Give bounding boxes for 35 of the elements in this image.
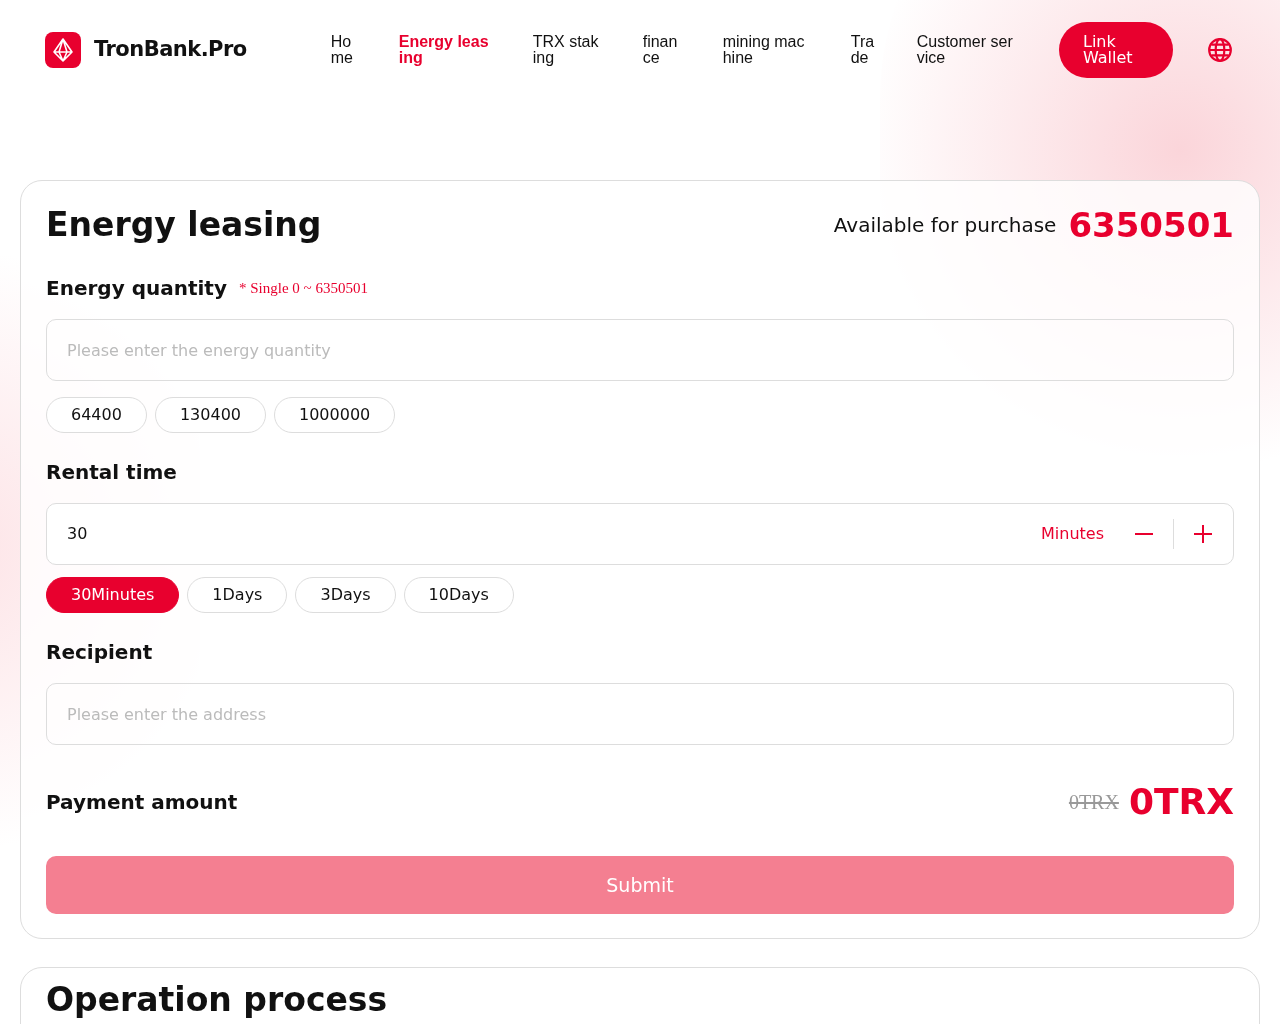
duration-preset[interactable]: 3Days <box>295 577 396 613</box>
duration-preset[interactable]: 10Days <box>403 577 514 613</box>
nav-link[interactable]: mining machine <box>722 34 809 66</box>
field-label: Payment amount <box>46 789 238 816</box>
quantity-hint: * Single 0 ~ 6350501 <box>238 278 368 298</box>
quantity-preset[interactable]: 1000000 <box>274 397 396 433</box>
payment-amount: 0TRX <box>1128 780 1234 824</box>
original-price: 0TRX <box>1068 790 1119 815</box>
field-label: Rental time <box>46 460 178 484</box>
nav-link[interactable]: Trade <box>850 34 875 66</box>
input-field[interactable]: Please enter the address <box>46 683 1234 745</box>
field-label: Recipient <box>46 640 154 664</box>
nav-link[interactable]: Customer service <box>916 34 1015 66</box>
link-wallet-button[interactable]: Link Wallet <box>1059 22 1173 78</box>
quantity-preset[interactable]: 64400 <box>46 397 147 433</box>
nav-link[interactable]: Energy leasing <box>398 34 491 66</box>
card-title: Operation process <box>46 980 389 1020</box>
field-label: Energy quantity <box>46 276 227 300</box>
brand-name: TronBank.Pro <box>94 36 247 64</box>
duration-preset[interactable]: 1Days <box>187 577 288 613</box>
plus-icon[interactable] <box>1193 524 1213 544</box>
duration-preset[interactable]: 30Minutes <box>46 577 180 613</box>
nav-link[interactable]: TRX staking <box>532 34 601 66</box>
card-title: Energy leasing <box>46 205 322 245</box>
rental-value: 30 <box>67 523 88 545</box>
globe-icon[interactable] <box>1207 37 1233 63</box>
unit-label: Minutes <box>1041 523 1104 545</box>
logo-icon <box>45 32 81 68</box>
rental-time-field[interactable]: 30 Minutes <box>46 503 1234 565</box>
available-label: Available for purchase <box>833 212 1057 239</box>
nav-link[interactable]: Home <box>330 34 357 66</box>
nav-link[interactable]: finance <box>642 34 681 66</box>
available-value: 6350501 <box>1068 203 1234 247</box>
input-field[interactable]: Please enter the energy quantity <box>46 319 1234 381</box>
quantity-preset[interactable]: 130400 <box>154 397 266 433</box>
